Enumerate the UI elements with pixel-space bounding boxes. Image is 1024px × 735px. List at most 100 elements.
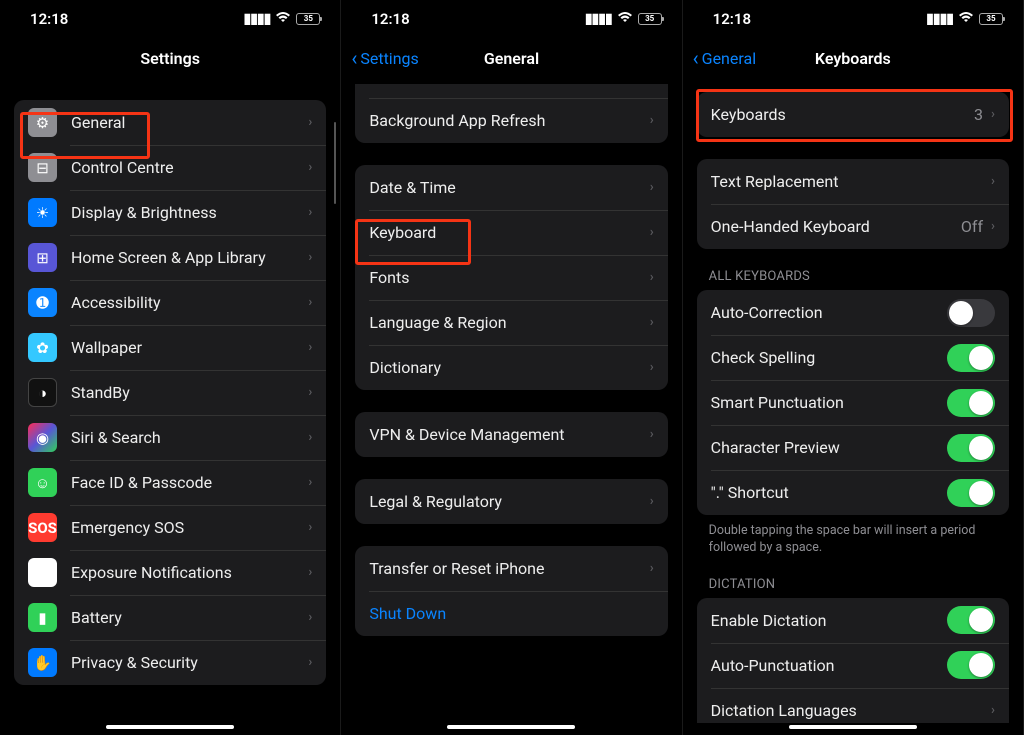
row-wallpaper[interactable]: ✿ Wallpaper › [14,325,326,370]
row-keyboards[interactable]: Keyboards 3› [697,92,1009,137]
back-label: General [702,49,756,68]
row-label: "." Shortcut [711,483,947,502]
toggle-character-preview[interactable] [947,434,995,462]
row-period-shortcut: "." Shortcut [697,470,1009,515]
faceid-icon: ☺ [28,468,57,497]
row-smart-punctuation: Smart Punctuation [697,380,1009,425]
gear-icon: ⚙ [28,108,57,137]
row-auto-correction: Auto-Correction [697,290,1009,335]
back-button[interactable]: ‹ Settings [351,46,418,70]
battery-icon: ▮ [28,603,57,632]
row-shut-down[interactable]: Shut Down [355,591,667,636]
toggle-check-spelling[interactable] [947,344,995,372]
row-emergency-sos[interactable]: SOS Emergency SOS › [14,505,326,550]
chevron-right-icon: › [308,385,312,400]
row-background-app-refresh[interactable]: Background App Refresh › [355,98,667,143]
row-label: StandBy [71,383,308,402]
row-siri-search[interactable]: ◉ Siri & Search › [14,415,326,460]
chevron-left-icon: ‹ [693,46,699,70]
row-dictionary[interactable]: Dictionary › [355,345,667,390]
chevron-right-icon: › [650,225,654,240]
page-title: Keyboards [815,49,891,68]
row-label: Home Screen & App Library [71,248,308,267]
row-transfer-reset[interactable]: Transfer or Reset iPhone › [355,546,667,591]
home-indicator[interactable] [447,725,575,730]
nav-header: Settings [0,38,340,78]
status-bar: 12:18 ▮▮▮▮ 35 [683,0,1023,38]
toggle-enable-dictation[interactable] [947,606,995,634]
chevron-right-icon: › [308,565,312,580]
wifi-icon [958,11,974,27]
row-label: One-Handed Keyboard [711,217,961,236]
scrollbar[interactable] [334,122,337,204]
row-display-brightness[interactable]: ☀ Display & Brightness › [14,190,326,235]
chevron-right-icon: › [308,610,312,625]
chevron-left-icon: ‹ [351,46,357,70]
row-label: VPN & Device Management [369,425,649,444]
accessibility-icon: ➊ [28,288,57,317]
row-legal-regulatory[interactable]: Legal & Regulatory › [355,479,667,524]
chevron-right-icon: › [308,250,312,265]
row-label: Background App Refresh [369,111,649,130]
chevron-right-icon: › [308,160,312,175]
keyboards-list[interactable]: Keyboards 3› Text Replacement › One-Hand… [683,78,1023,723]
home-indicator[interactable] [106,725,234,730]
section-all-keyboards: ALL KEYBOARDS [697,249,1009,290]
toggle-smart-punctuation[interactable] [947,389,995,417]
exposure-icon: ✱ [28,558,57,587]
row-character-preview: Character Preview [697,425,1009,470]
status-indicators: ▮▮▮▮ 35 [244,11,321,27]
wallpaper-icon: ✿ [28,333,57,362]
row-fonts[interactable]: Fonts › [355,255,667,300]
chevron-right-icon: › [991,174,995,189]
chevron-right-icon: › [650,360,654,375]
chevron-right-icon: › [650,561,654,576]
toggle-period-shortcut[interactable] [947,479,995,507]
row-battery[interactable]: ▮ Battery › [14,595,326,640]
row-control-centre[interactable]: ⊟ Control Centre › [14,145,326,190]
row-label: Language & Region [369,313,649,332]
row-text-replacement[interactable]: Text Replacement › [697,159,1009,204]
cellular-icon: ▮▮▮▮ [926,11,953,27]
row-label: Keyboards [711,105,974,124]
phone-general: 12:18 ▮▮▮▮ 35 ‹ Settings General Backgro… [341,0,682,735]
row-label: General [71,113,308,132]
row-privacy-security[interactable]: ✋ Privacy & Security › [14,640,326,685]
chevron-right-icon: › [991,107,995,122]
row-label: Shut Down [369,604,653,623]
chevron-right-icon: › [308,205,312,220]
nav-header: ‹ Settings General [341,38,681,78]
row-dictation-languages[interactable]: Dictation Languages › [697,688,1009,723]
back-button[interactable]: ‹ General [693,46,756,70]
row-one-handed[interactable]: One-Handed Keyboard Off› [697,204,1009,249]
page-title: Settings [140,49,200,68]
chevron-right-icon: › [991,219,995,234]
cellular-icon: ▮▮▮▮ [585,11,612,27]
chevron-right-icon: › [308,475,312,490]
row-standby[interactable]: ◑ StandBy › [14,370,326,415]
row-check-spelling: Check Spelling [697,335,1009,380]
status-bar: 12:18 ▮▮▮▮ 35 [0,0,340,38]
status-time: 12:18 [371,10,409,28]
row-iphone-storage-cut[interactable] [355,84,667,98]
toggle-auto-correction[interactable] [947,299,995,327]
home-indicator[interactable] [789,725,917,730]
toggle-auto-punctuation[interactable] [947,651,995,679]
row-home-screen[interactable]: ⊞ Home Screen & App Library › [14,235,326,280]
row-vpn-device-mgmt[interactable]: VPN & Device Management › [355,412,667,457]
row-accessibility[interactable]: ➊ Accessibility › [14,280,326,325]
row-general[interactable]: ⚙ General › [14,100,326,145]
chevron-right-icon: › [308,295,312,310]
cellular-icon: ▮▮▮▮ [244,11,271,27]
row-date-time[interactable]: Date & Time › [355,165,667,210]
chevron-right-icon: › [308,340,312,355]
row-language-region[interactable]: Language & Region › [355,300,667,345]
settings-list[interactable]: ⚙ General › ⊟ Control Centre › ☀ Display… [0,78,340,723]
row-label: Display & Brightness [71,203,308,222]
row-faceid-passcode[interactable]: ☺ Face ID & Passcode › [14,460,326,505]
row-exposure-notifications[interactable]: ✱ Exposure Notifications › [14,550,326,595]
row-keyboard[interactable]: Keyboard › [355,210,667,255]
footer-period-shortcut: Double tapping the space bar will insert… [697,515,1009,557]
general-list[interactable]: Background App Refresh › Date & Time › K… [341,78,681,723]
row-label: Siri & Search [71,428,308,447]
